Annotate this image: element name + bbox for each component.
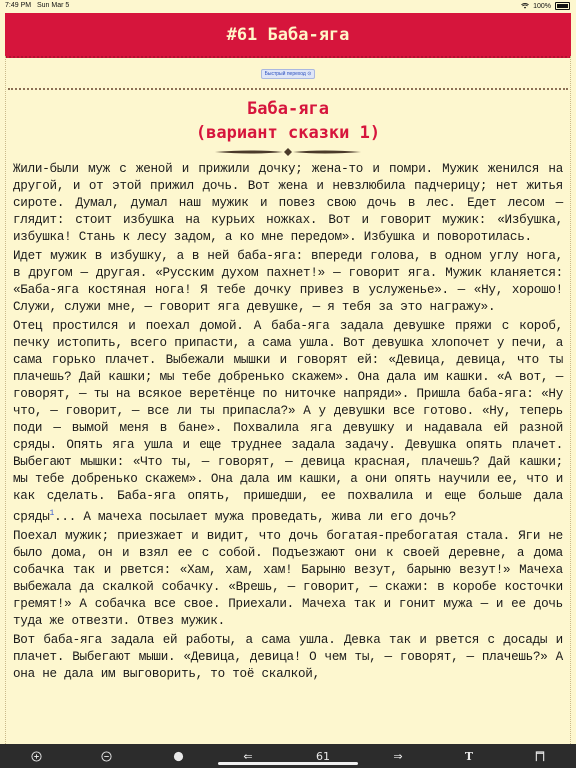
story-content: Баба-яга (вариант сказки 1) Жили-были му…	[13, 97, 563, 685]
next-page-button[interactable]: ⇒	[390, 744, 406, 768]
zoom-in-button[interactable]	[28, 744, 44, 768]
left-border	[5, 56, 6, 746]
paragraph-text: Отец простился и поехал домой. А баба-яг…	[13, 319, 563, 525]
paragraph: Жили-были муж с женой и прижили дочку; ж…	[13, 162, 563, 244]
paragraph: Идет мужик в избушку, а в ней баба-яга: …	[13, 249, 563, 314]
circle-icon	[173, 751, 183, 761]
text-settings-button[interactable]: T	[461, 744, 477, 768]
zoom-out-button[interactable]	[98, 744, 114, 768]
story-title: Баба-яга	[247, 99, 329, 119]
arrow-left-icon: ⇐	[243, 749, 253, 763]
paragraph: Поехал мужик; приезжает и видит, что доч…	[13, 529, 563, 629]
page-title: #61 Баба-яга	[226, 24, 350, 45]
story-subtitle: (вариант сказки 1)	[195, 123, 381, 143]
header-bar: #61 Баба-яга	[5, 13, 571, 58]
divider	[8, 88, 568, 90]
plus-icon	[30, 750, 42, 762]
status-date: Sun Mar 5	[37, 2, 70, 9]
minus-icon	[100, 750, 112, 762]
home-indicator	[218, 762, 358, 765]
battery-icon	[555, 2, 570, 10]
text-icon: T	[464, 749, 474, 763]
status-bar: 7:49 PM Sun Mar 5 100%	[0, 0, 576, 14]
battery-percent: 100%	[533, 2, 551, 10]
arrow-right-icon: ⇒	[393, 749, 403, 763]
ornament-divider-icon	[215, 148, 361, 156]
right-border	[570, 56, 571, 746]
paragraph: Отец простился и поехал домой. А баба-яг…	[13, 318, 563, 526]
paragraph-text: ... А мачеха посылает мужа проведать, жи…	[54, 510, 457, 525]
theme-button[interactable]	[170, 744, 186, 768]
bookmark-icon	[535, 750, 545, 761]
status-time: 7:49 PM	[5, 2, 32, 9]
paragraph: Вот баба-яга задала ей работы, а сама уш…	[13, 633, 563, 682]
wifi-icon	[521, 3, 529, 9]
bookmark-button[interactable]	[532, 744, 548, 768]
quick-jump-button[interactable]: Быстрый переход ⊙	[260, 69, 316, 79]
